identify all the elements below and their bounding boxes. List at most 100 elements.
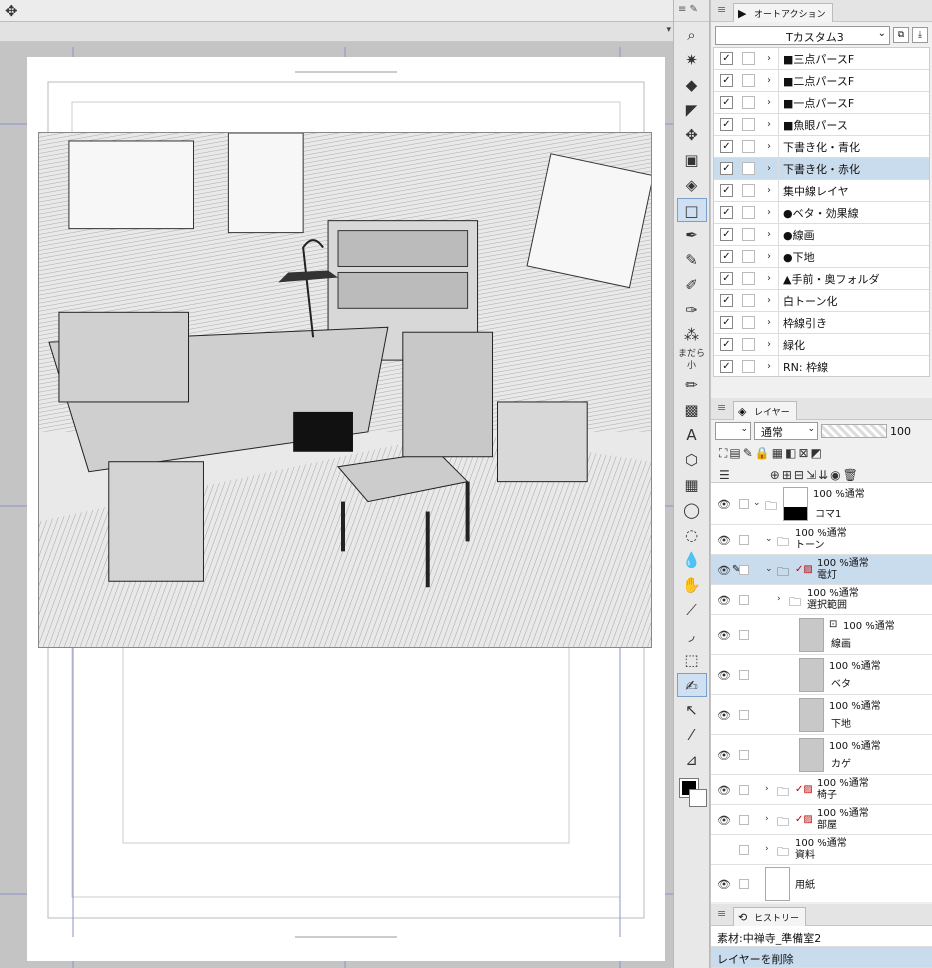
enable-checkbox[interactable]: ✓ [720,272,733,285]
chevron-right-icon[interactable]: › [767,53,777,64]
chevron-right-icon[interactable]: › [767,75,777,86]
dialog-checkbox[interactable] [742,52,755,65]
panel-menu-icon[interactable]: ≡ ✎ [674,0,709,22]
layer-row[interactable]: 👁 › 🗀 ✓▨ 100 %通常 部屋 [711,805,932,835]
layer-row[interactable]: › 🗀 100 %通常 資料 [711,835,932,865]
fill-icon[interactable]: ◆ [677,73,707,97]
move-layer-icon[interactable]: ✥ [677,123,707,147]
gradient-icon[interactable]: ▣ [677,148,707,172]
operation-icon[interactable]: ↖ [677,698,707,722]
correction-icon[interactable]: ⟋ [677,598,707,622]
dialog-checkbox[interactable] [742,360,755,373]
layer-row[interactable]: 👁 ⌄ 🗀 100 %通常 コマ1 [711,483,932,525]
layer-row[interactable]: 👁 用紙 [711,865,932,902]
ruler-icon[interactable]: ⊿ [677,748,707,772]
canvas-area[interactable] [0,42,673,968]
chevron-right-icon[interactable]: › [767,361,777,372]
dialog-checkbox[interactable] [742,272,755,285]
panel-menu-icon[interactable]: ≡ [717,907,726,920]
chevron-right-icon[interactable]: › [767,339,777,350]
color-icon[interactable]: ◩ [811,446,822,460]
layer-select-checkbox[interactable] [739,750,749,760]
eye-icon[interactable]: 👁 [717,709,731,722]
chevron-right-icon[interactable]: › [767,119,777,130]
layer-row[interactable]: 👁 › 🗀 100 %通常 選択範囲 [711,585,932,615]
chevron-right-icon[interactable]: › [767,229,777,240]
sub-color-swatch[interactable] [688,789,707,807]
dialog-checkbox[interactable] [742,338,755,351]
layer-select-checkbox[interactable] [739,565,749,575]
layer-select-checkbox[interactable] [739,710,749,720]
lock-icon[interactable]: 🔒 [755,446,770,460]
layer-select-checkbox[interactable] [739,845,749,855]
vector-pen-icon[interactable]: ✍ [676,673,707,697]
import-icon[interactable]: ⤓ [912,27,928,43]
dialog-checkbox[interactable] [742,74,755,87]
trash-icon[interactable]: 🗑 [843,468,858,482]
rectangle-icon[interactable]: □ [676,198,707,222]
opacity-slider[interactable] [821,424,887,438]
layer-select-checkbox[interactable] [739,595,749,605]
eyedropper-icon[interactable]: ⁄ [677,723,707,747]
selection-icon[interactable]: ⬚ [677,648,707,672]
enable-checkbox[interactable]: ✓ [720,360,733,373]
text-icon[interactable]: A [677,423,707,447]
decoration-icon[interactable]: まだら小 [677,348,707,372]
lock-transparent-icon[interactable]: ▦ [772,446,783,460]
chevron-right-icon[interactable]: › [767,97,777,108]
chevron-right-icon[interactable]: › [767,207,777,218]
enable-checkbox[interactable]: ✓ [720,250,733,263]
curve-icon[interactable]: ◞ [677,623,707,647]
dialog-checkbox[interactable] [742,250,755,263]
new-raster-icon[interactable]: ⊕ [770,468,780,482]
auto-action-item[interactable]: ✓ › ■魚眼パース [714,114,929,136]
tab-auto-action[interactable]: ▶ オートアクション [733,3,833,22]
eye-icon[interactable]: 👁 [717,749,731,762]
blend-icon[interactable]: ✏ [677,373,707,397]
airbrush-icon[interactable]: ⁂ [677,323,707,347]
tab-layer[interactable]: ◈ レイヤー [733,401,797,420]
layer-row[interactable]: 👁 100 %通常 カゲ [711,735,932,775]
chevron-right-icon[interactable]: › [767,251,777,262]
dialog-checkbox[interactable] [742,184,755,197]
layer-row[interactable]: 👁 100 %通常 下地 [711,695,932,735]
enable-checkbox[interactable]: ✓ [720,228,733,241]
history-item[interactable]: 素材:中禅寺_準備室2 [711,926,932,947]
object-icon[interactable]: ⬡ [677,448,707,472]
auto-action-item[interactable]: ✓ › 下書き化・青化 [714,136,929,158]
enable-checkbox[interactable]: ✓ [720,162,733,175]
merge-icon[interactable]: ⇊ [818,468,828,482]
enable-checkbox[interactable]: ✓ [720,96,733,109]
move-icon[interactable]: ✥ [5,2,18,20]
dialog-checkbox[interactable] [742,140,755,153]
clip-icon[interactable]: ⛶ [719,446,727,461]
layer-select-checkbox[interactable] [739,670,749,680]
chevron-right-icon[interactable]: › [767,163,777,174]
ruler-triangle-icon[interactable]: ◤ [677,98,707,122]
dialog-checkbox[interactable] [742,228,755,241]
layer-select-checkbox[interactable] [739,535,749,545]
enable-checkbox[interactable]: ✓ [720,206,733,219]
hand-icon[interactable]: ✋ [677,573,707,597]
auto-action-item[interactable]: ✓ › 白トーン化 [714,290,929,312]
enable-checkbox[interactable]: ✓ [720,338,733,351]
layer-search-icon[interactable]: ☰ [719,468,730,482]
layer-select-checkbox[interactable] [739,785,749,795]
eye-icon[interactable]: 👁 [717,878,731,891]
enable-checkbox[interactable]: ✓ [720,74,733,87]
auto-action-item[interactable]: ✓ › 集中線レイヤ [714,180,929,202]
dialog-checkbox[interactable] [742,162,755,175]
chevron-icon[interactable]: ⌄ [765,564,773,574]
eraser-icon[interactable]: ◈ [677,173,707,197]
balloon-tail-icon[interactable]: ◌ [677,523,707,547]
balloon-icon[interactable]: ◯ [677,498,707,522]
chevron-right-icon[interactable]: › [767,273,777,284]
enable-checkbox[interactable]: ✓ [720,118,733,131]
enable-checkbox[interactable]: ✓ [720,316,733,329]
transfer-icon[interactable]: ⇲ [806,468,816,482]
pattern-icon[interactable]: ▩ [677,398,707,422]
layer-select-checkbox[interactable] [739,630,749,640]
ruler-show-icon[interactable]: ⊠ [798,446,808,460]
auto-action-item[interactable]: ✓ › ●下地 [714,246,929,268]
history-item[interactable]: レイヤーを削除 [711,947,932,968]
